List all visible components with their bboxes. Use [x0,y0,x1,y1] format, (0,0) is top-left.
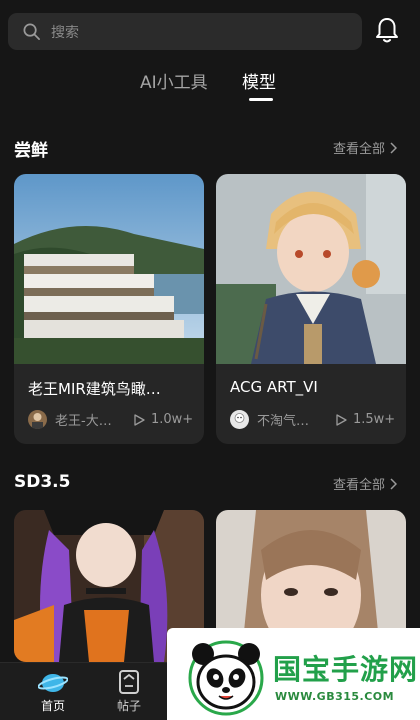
chevron-right-icon [390,477,398,490]
tab-ai-tools[interactable]: AI小工具 [140,68,208,93]
author-name: 不淘气… [257,414,310,429]
cards-icon [119,670,139,694]
card-title: 老王MIR建筑鸟瞰… [28,380,161,398]
play-count: 1.5w+ [353,412,396,427]
card-meta: 不淘气… 1.5w+ [230,410,400,429]
avatar [28,410,47,429]
nav-home[interactable]: 首页 [23,663,83,720]
watermark-banner: 国宝手游网 WWW.GB315.COM [167,628,420,720]
search-icon [23,23,40,40]
search-bar[interactable]: 搜索 [8,13,362,50]
tab-models[interactable]: 模型 [242,68,276,93]
nav-posts[interactable]: 帖子 [99,663,159,720]
see-all-link[interactable]: 查看全部 [333,474,398,493]
search-placeholder: 搜索 [51,24,79,41]
top-tabs: AI小工具 模型 [0,64,420,104]
card-image [216,174,406,364]
nav-posts-label: 帖子 [116,699,141,713]
section-title-sd35: SD3.5 [14,472,71,492]
bell-icon[interactable] [374,16,400,44]
author-name: 老王-大… [55,414,112,429]
card-image [14,174,204,364]
card-meta: 老王-大… 1.0w+ [28,410,198,429]
card-title: ACG ART_VI [230,378,318,396]
watermark-title: 国宝手游网 [273,653,419,686]
nav-home-label: 首页 [40,699,65,713]
chevron-right-icon [390,141,398,154]
play-icon [336,413,347,426]
panda-logo-icon [188,640,264,716]
active-tab-indicator [249,98,273,101]
see-all-label: 查看全部 [333,142,386,157]
section-title-trial: 尝鲜 [14,141,48,161]
play-count: 1.0w+ [151,412,194,427]
see-all-label: 查看全部 [333,478,386,493]
play-icon [134,413,145,426]
model-card[interactable]: 老王MIR建筑鸟瞰… 老王-大… 1.0w+ [14,174,204,444]
watermark-url: WWW.GB315.COM [275,690,395,703]
home-planet-icon [38,674,68,692]
model-card[interactable]: ACG ART_VI 不淘气… 1.5w+ [216,174,406,444]
avatar [230,410,249,429]
see-all-link[interactable]: 查看全部 [333,138,398,157]
